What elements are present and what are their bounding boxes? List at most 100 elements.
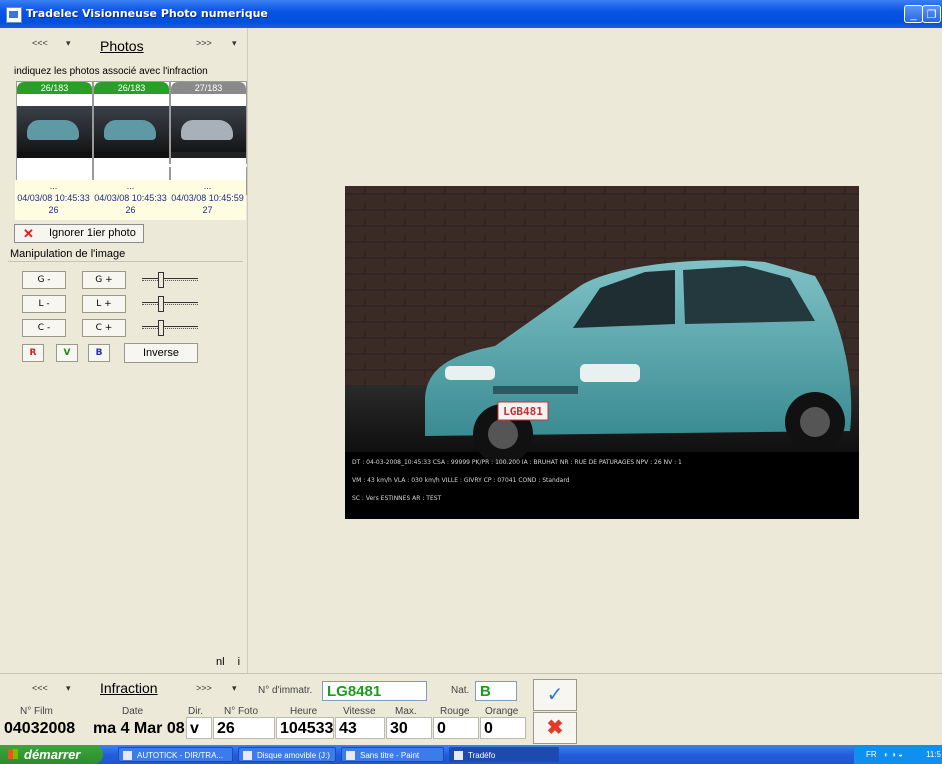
photos-next-dropdown-icon[interactable]: ▾: [232, 38, 237, 49]
checkmark-icon: ✓: [546, 684, 564, 706]
close-icon: ✖: [546, 717, 564, 739]
photos-prev-button[interactable]: <<<: [32, 38, 48, 48]
photo-caption-line: SC : Vers ESTINNES AR : TEST: [352, 495, 442, 502]
red-channel-button[interactable]: R: [22, 344, 44, 362]
photo-datetime: 04/03/08 10:45:33: [17, 193, 90, 203]
photo-info: ... 04/03/08 10:45:33 26: [92, 180, 169, 220]
photo-datetime: 04/03/08 10:45:33: [94, 193, 167, 203]
drive-icon: [243, 751, 252, 760]
infraction-next-button[interactable]: >>>: [196, 683, 212, 693]
close-icon: ✕: [23, 226, 34, 241]
thumbnail-image: [94, 106, 169, 152]
speed-label: Vitesse: [343, 706, 376, 717]
time-label: Heure: [290, 706, 318, 717]
red-label: Rouge: [440, 706, 470, 717]
infraction-panel: <<< ▾ Infraction >>> ▾ N° d'immatr. LG84…: [0, 673, 942, 746]
time-field[interactable]: 104533: [276, 717, 334, 739]
confirm-button[interactable]: ✓: [533, 679, 577, 711]
reject-button[interactable]: ✖: [533, 712, 577, 744]
photo-info: ... 04/03/08 10:45:33 26: [15, 180, 92, 220]
direction-label: Dir.: [188, 706, 203, 717]
language-switch: nl i: [216, 656, 240, 668]
blue-channel-button[interactable]: B: [88, 344, 110, 362]
photo-number: 26: [48, 205, 59, 215]
photo-thumbnail[interactable]: 26/183: [93, 81, 170, 195]
orange-field[interactable]: 0: [480, 717, 526, 739]
photo-datetime: 04/03/08 10:45:59: [171, 193, 244, 203]
windows-logo-icon: [8, 749, 18, 759]
divider: [130, 164, 247, 167]
speed-field[interactable]: 43: [335, 717, 385, 739]
infraction-prev-dropdown-icon[interactable]: ▾: [66, 683, 71, 694]
manipulation-title: Manipulation de l'image: [10, 248, 126, 260]
minimize-button[interactable]: _: [904, 5, 923, 23]
taskbar: démarrer AUTOTICK - DIR/TRA... Disque am…: [0, 745, 942, 764]
app-icon: [123, 751, 132, 760]
film-number: 04032008: [4, 720, 76, 737]
photos-next-button[interactable]: >>>: [196, 38, 212, 48]
taskbar-item[interactable]: Sans titre - Paint: [341, 747, 444, 762]
contrast-plus-button[interactable]: C +: [82, 319, 126, 337]
photo-info: ... 04/03/08 10:45:59 27: [169, 180, 246, 220]
system-tray: FR ◐ ◑ ◒ 11:5: [854, 745, 942, 764]
max-speed-label: Max.: [395, 706, 417, 717]
max-speed-field[interactable]: 30: [386, 717, 432, 739]
thumbnail-tab: 27/183: [171, 82, 246, 94]
lang-nl-link[interactable]: nl: [216, 656, 225, 668]
taskbar-item-active[interactable]: Tradéfo: [449, 747, 559, 762]
green-channel-button[interactable]: V: [56, 344, 78, 362]
info-link[interactable]: i: [238, 656, 240, 668]
date-label: Date: [122, 706, 144, 717]
infraction-title: Infraction: [100, 680, 158, 696]
photos-nav: <<< ▾ Photos >>> ▾: [0, 38, 247, 56]
left-panel: <<< ▾ Photos >>> ▾ indiquez les photos a…: [0, 28, 248, 673]
taskbar-item[interactable]: AUTOTICK - DIR/TRA...: [118, 747, 233, 762]
luminosity-minus-button[interactable]: L -: [22, 295, 66, 313]
red-field[interactable]: 0: [433, 717, 479, 739]
photo-number-label: N° Foto: [224, 706, 259, 717]
plate-input[interactable]: LG8481: [322, 681, 427, 701]
orange-label: Orange: [485, 706, 519, 717]
separator: [8, 261, 243, 262]
photo-caption-line: DT : 04-03-2008_10:45:33 CSA : 99999 PK/…: [352, 459, 682, 466]
restore-button[interactable]: ❐: [922, 5, 941, 23]
language-indicator[interactable]: FR: [866, 745, 877, 764]
direction-field[interactable]: v: [186, 717, 212, 739]
film-label: N° Film: [20, 706, 53, 717]
gamma-slider[interactable]: [142, 271, 198, 288]
contrast-slider[interactable]: [142, 319, 198, 336]
app-icon: [6, 7, 22, 23]
photo-number-field[interactable]: 26: [213, 717, 275, 739]
infraction-next-dropdown-icon[interactable]: ▾: [232, 683, 237, 694]
photo-thumbnail[interactable]: 27/183: [170, 81, 247, 195]
app-icon: [454, 751, 463, 760]
car-plate-text: LGB481: [503, 405, 543, 418]
thumbnail-image: [17, 106, 92, 152]
speed-camera-photo[interactable]: LGB481 DT : 04-03-2008_10:45:33 CSA : 99…: [345, 186, 859, 519]
infraction-prev-button[interactable]: <<<: [32, 683, 48, 693]
thumbnail-tab: 26/183: [94, 82, 169, 94]
photo-number: 26: [125, 205, 136, 215]
window-titlebar: Tradelec Visionneuse Photo numerique _ ❐: [0, 0, 942, 28]
taskbar-item[interactable]: Disque amovible (J:): [238, 747, 336, 762]
infraction-date: ma 4 Mar 08: [93, 720, 185, 737]
photos-title: Photos: [100, 38, 144, 54]
gamma-minus-button[interactable]: G -: [22, 271, 66, 289]
inverse-button[interactable]: Inverse: [124, 343, 198, 363]
contrast-minus-button[interactable]: C -: [22, 319, 66, 337]
luminosity-plus-button[interactable]: L +: [82, 295, 126, 313]
ignore-first-photo-button[interactable]: ✕ Ignorer 1ier photo: [14, 224, 144, 243]
photo-thumbnail[interactable]: 26/183: [16, 81, 93, 195]
photos-hint: indiquez les photos associé avec l'infra…: [14, 66, 208, 77]
tray-icons[interactable]: ◐ ◑ ◒: [884, 745, 903, 764]
photos-prev-dropdown-icon[interactable]: ▾: [66, 38, 71, 49]
gamma-plus-button[interactable]: G +: [82, 271, 126, 289]
nationality-input[interactable]: B: [475, 681, 517, 701]
start-button[interactable]: démarrer: [0, 745, 103, 764]
nationality-label: Nat.: [451, 685, 470, 696]
thumbnail-tab: 26/183: [17, 82, 92, 94]
luminosity-slider[interactable]: [142, 295, 198, 312]
clock[interactable]: 11:5: [926, 745, 941, 764]
car-photo-graphic: LGB481: [345, 186, 859, 519]
photo-caption-line: VM : 43 km/h VLA : 030 km/h VILLE : GIVR…: [352, 477, 570, 484]
